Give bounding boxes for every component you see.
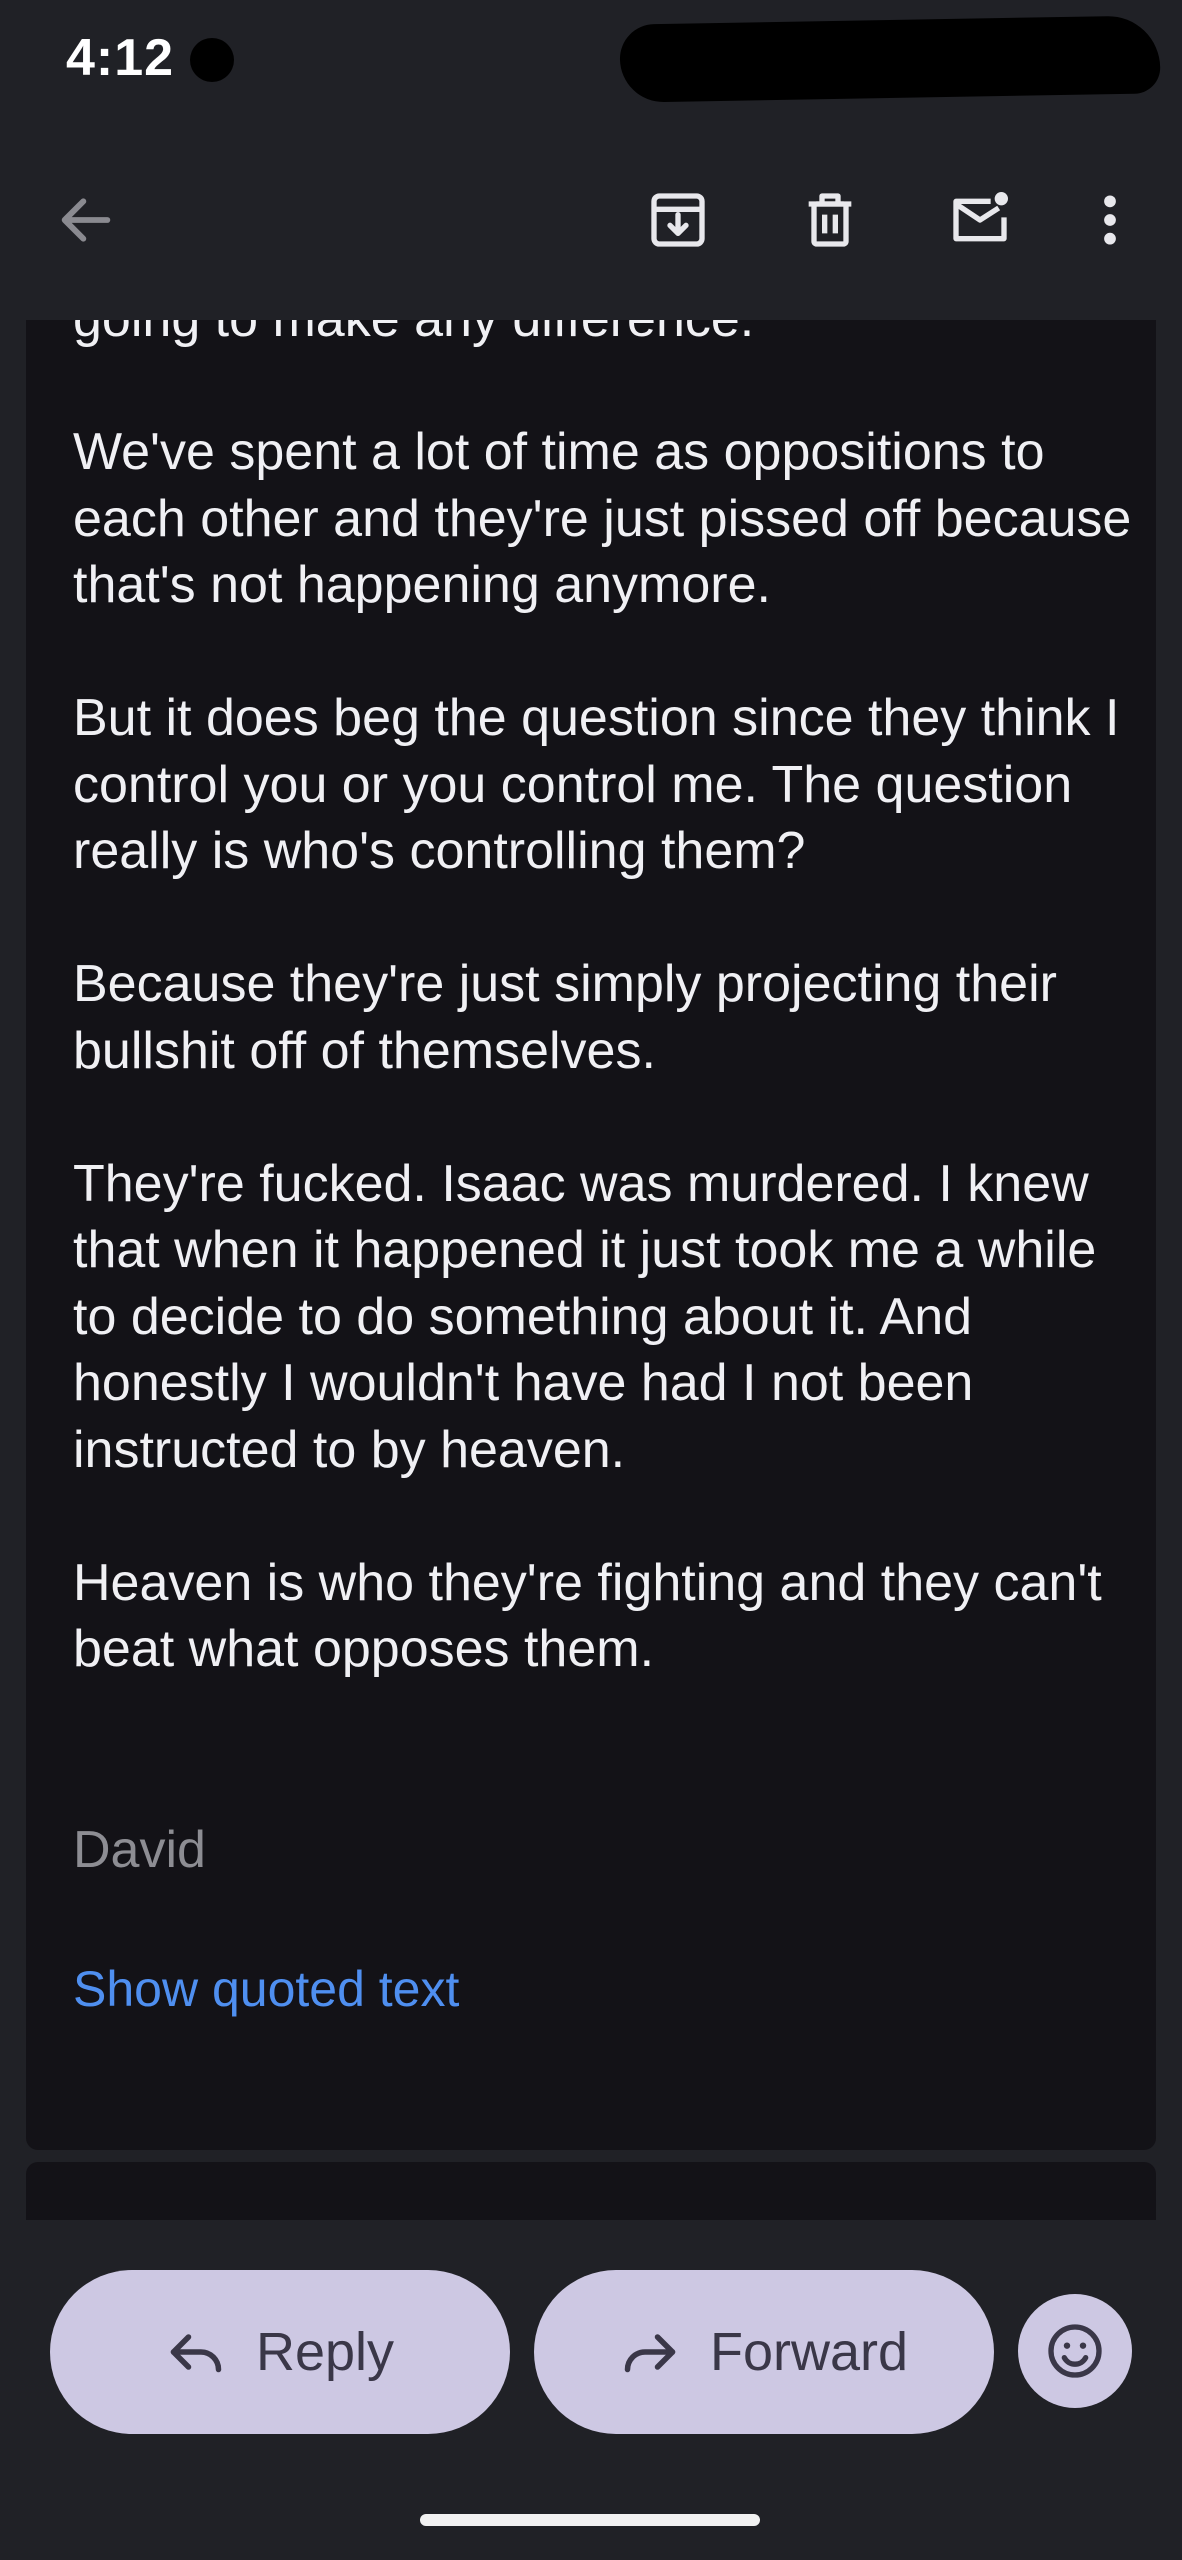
forward-button[interactable]: Forward <box>534 2270 994 2434</box>
message-paragraph: Because they're just simply projecting t… <box>73 955 1057 1080</box>
message-paragraph: We've spent a lot of time as oppositions… <box>73 423 1132 614</box>
message-body: going to make any difference. We've spen… <box>73 320 1133 1749</box>
archive-button[interactable] <box>638 180 718 260</box>
message-card: going to make any difference. We've spen… <box>26 320 1156 2150</box>
reply-label: Reply <box>255 2322 395 2382</box>
forward-label: Forward <box>709 2322 909 2382</box>
mark-unread-icon <box>953 192 1008 242</box>
home-indicator[interactable] <box>420 2514 760 2526</box>
reply-icon <box>170 2334 222 2373</box>
reply-button[interactable]: Reply <box>50 2270 510 2434</box>
show-quoted-text-link[interactable]: Show quoted text <box>73 1960 459 2018</box>
message-paragraph: They're fucked. Isaac was murdered. I kn… <box>73 1154 1097 1479</box>
forward-icon <box>624 2334 676 2373</box>
status-bar: 4:12 <box>0 0 1182 120</box>
more-options-button[interactable] <box>1070 180 1150 260</box>
trash-icon <box>808 193 852 247</box>
delete-button[interactable] <box>790 180 870 260</box>
email-screen: 4:12 We've spent a lot of time as opposi… <box>0 0 1182 2560</box>
emoji-reaction-button[interactable] <box>1018 2294 1132 2408</box>
emoji-smile-icon <box>1048 2324 1102 2378</box>
reply-action-bar: Reply Forward <box>0 2220 1182 2560</box>
redacted-area <box>619 15 1161 103</box>
back-button[interactable] <box>46 180 126 260</box>
camera-cutout <box>190 38 234 82</box>
next-message-card <box>26 2162 1156 2222</box>
message-partial-line: going to make any difference. <box>73 320 1133 353</box>
arrow-left-icon <box>61 198 111 242</box>
status-time: 4:12 <box>66 29 175 87</box>
message-paragraph: Heaven is who they're fighting and they … <box>73 1553 1102 1679</box>
message-paragraph: But it does beg the question since they … <box>73 689 1120 880</box>
archive-icon <box>651 193 705 247</box>
email-toolbar <box>0 150 1182 290</box>
more-vertical-icon <box>1104 195 1116 245</box>
message-signature: David <box>73 1821 206 1879</box>
mark-unread-button[interactable] <box>940 180 1020 260</box>
